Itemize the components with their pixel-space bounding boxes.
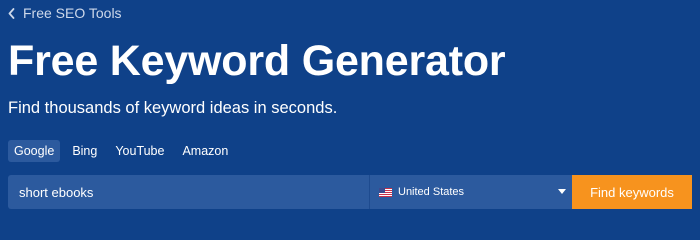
keyword-search-bar: United States Find keywords <box>8 175 700 209</box>
country-select[interactable]: United States <box>369 175 572 209</box>
page-title: Free Keyword Generator <box>8 37 506 85</box>
chevron-left-icon <box>8 7 15 19</box>
country-select-value: United States <box>398 186 465 198</box>
search-engine-tabs: Google Bing YouTube Amazon <box>8 140 234 162</box>
us-flag-icon <box>379 187 392 197</box>
tab-youtube[interactable]: YouTube <box>109 140 170 162</box>
chevron-down-icon <box>558 189 566 194</box>
back-link-label: Free SEO Tools <box>23 5 122 21</box>
tab-amazon[interactable]: Amazon <box>176 140 234 162</box>
back-to-free-seo-tools-link[interactable]: Free SEO Tools <box>8 5 122 21</box>
page-subtitle: Find thousands of keyword ideas in secon… <box>8 99 338 117</box>
find-keywords-button[interactable]: Find keywords <box>572 175 692 209</box>
tab-bing[interactable]: Bing <box>66 140 103 162</box>
tab-google[interactable]: Google <box>8 140 61 162</box>
search-input-wrapper <box>8 175 369 209</box>
keyword-search-input[interactable] <box>8 175 369 209</box>
